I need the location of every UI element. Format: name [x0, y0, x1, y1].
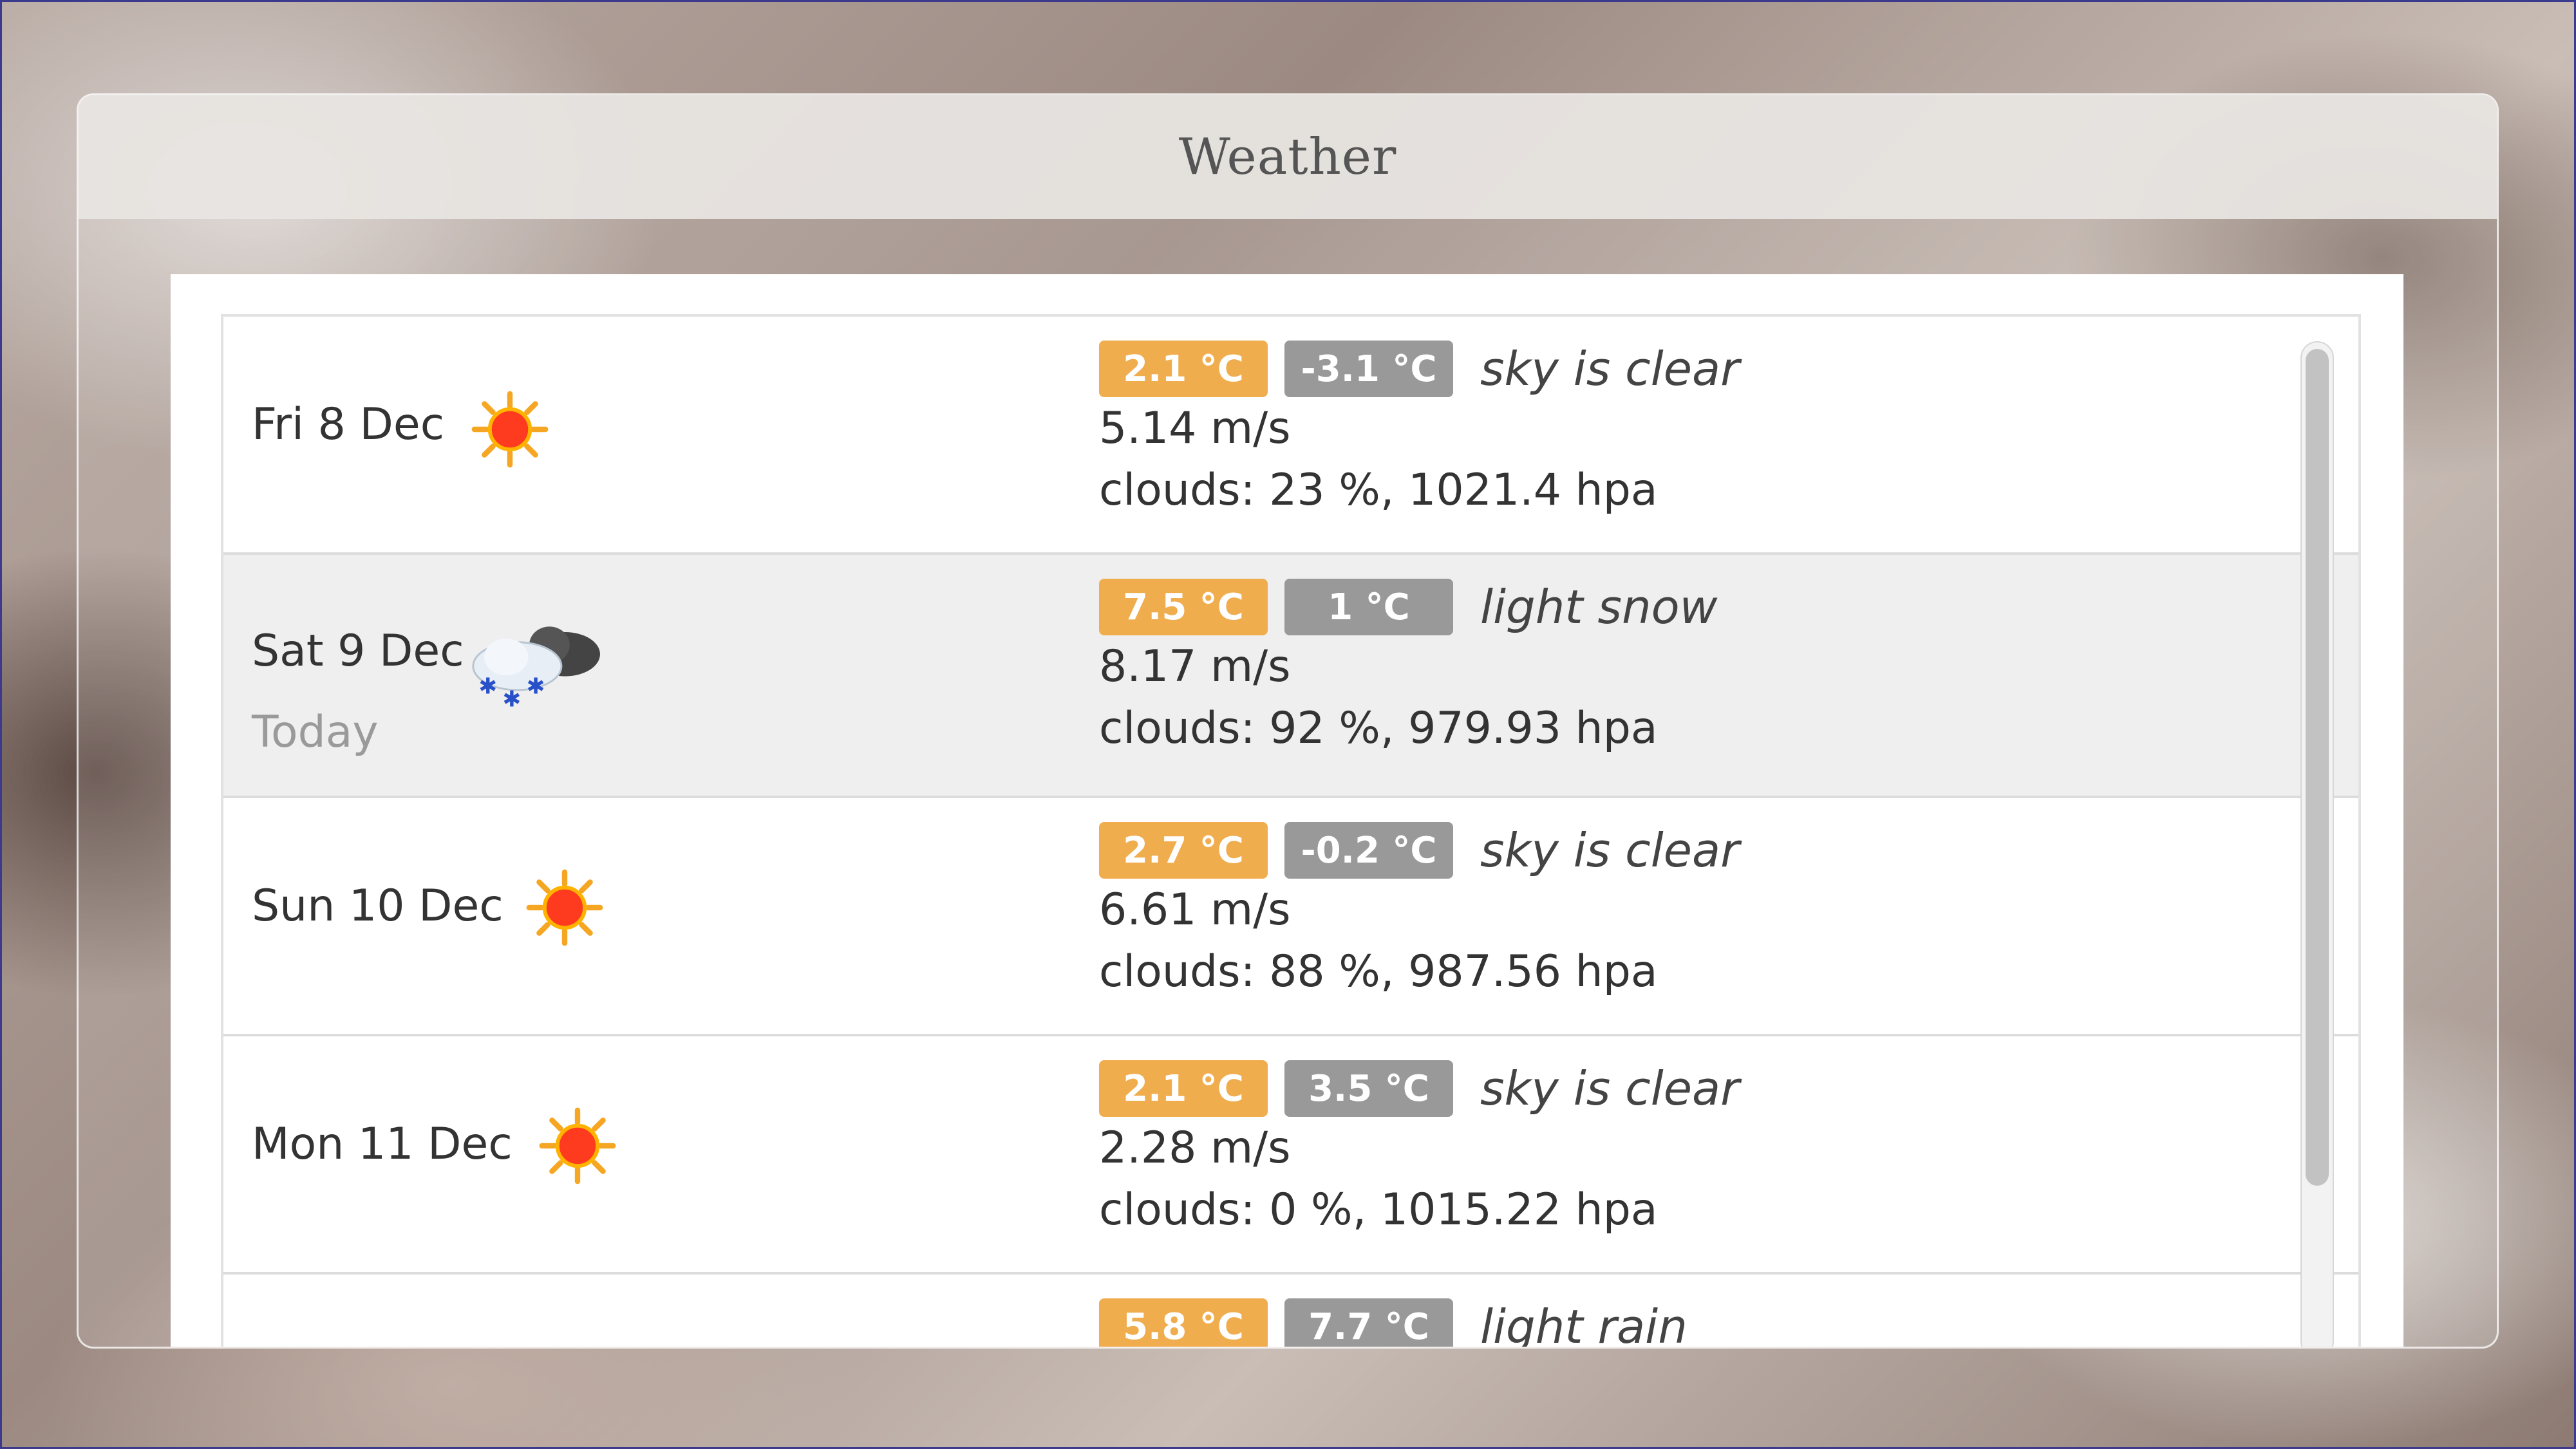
weather-description: light snow — [1480, 580, 1718, 634]
clouds-pressure: clouds: 88 %, 987.56 hpa — [1099, 946, 1658, 997]
window-titlebar: Weather — [79, 95, 2497, 219]
max-temp-badge: 2.1 °C — [1099, 341, 1268, 397]
wind-speed: 5.14 m/s — [1099, 403, 1291, 454]
forecast-row: Fri 8 Dec 2.1 °C -3.1 °C sky is clear 5.… — [223, 317, 2358, 555]
forecast-details: 2.1 °C -3.1 °C sky is clear 5.14 m/s clo… — [1099, 340, 1740, 521]
day-label: Fri 8 Dec — [252, 399, 445, 450]
max-temp-badge: 5.8 °C — [1099, 1298, 1268, 1347]
svg-text:✱: ✱ — [503, 687, 522, 709]
sun-icon — [526, 869, 603, 946]
day-label: Mon 11 Dec — [252, 1119, 512, 1170]
scrollbar[interactable] — [2300, 341, 2334, 1347]
weather-window: Weather Fri 8 Dec 2.1 °C -3.1 °C sky is … — [77, 93, 2499, 1349]
max-temp-badge: 2.1 °C — [1099, 1060, 1268, 1117]
min-temp-badge: 7.7 °C — [1284, 1298, 1453, 1347]
clouds-pressure: clouds: 92 %, 979.93 hpa — [1099, 703, 1658, 754]
scrollbar-thumb[interactable] — [2306, 349, 2329, 1186]
clouds-pressure: clouds: 23 %, 1021.4 hpa — [1099, 465, 1658, 516]
weather-description: light rain — [1480, 1300, 1688, 1349]
weather-description: sky is clear — [1480, 1061, 1740, 1116]
min-temp-badge: 1 °C — [1284, 579, 1453, 635]
min-temp-badge: -3.1 °C — [1284, 341, 1453, 397]
svg-text:✱: ✱ — [527, 674, 545, 700]
max-temp-badge: 7.5 °C — [1099, 579, 1268, 635]
forecast-row: 5.8 °C 7.7 °C light rain — [223, 1275, 2358, 1349]
svg-text:✱: ✱ — [478, 674, 497, 700]
min-temp-badge: -0.2 °C — [1284, 822, 1453, 879]
sun-icon — [471, 391, 549, 468]
day-label: Sat 9 Dec — [252, 626, 464, 677]
today-label: Today — [252, 707, 379, 758]
clouds-pressure: clouds: 0 %, 1015.22 hpa — [1099, 1184, 1658, 1235]
wind-speed: 2.28 m/s — [1099, 1123, 1291, 1173]
forecast-details: 7.5 °C 1 °C light snow 8.17 m/s clouds: … — [1099, 578, 1718, 760]
wind-speed: 8.17 m/s — [1099, 641, 1291, 692]
day-label: Sun 10 Dec — [252, 881, 503, 931]
forecast-row: Sun 10 Dec 2.7 °C -0.2 °C sky is clear 6… — [223, 798, 2358, 1036]
snow-cloud-icon: ✱ ✱ ✱ — [462, 613, 610, 709]
weather-description: sky is clear — [1480, 823, 1740, 877]
sun-icon — [539, 1107, 616, 1184]
forecast-details: 2.7 °C -0.2 °C sky is clear 6.61 m/s clo… — [1099, 821, 1740, 1003]
forecast-details: 5.8 °C 7.7 °C light rain — [1099, 1298, 1688, 1349]
forecast-details: 2.1 °C 3.5 °C sky is clear 2.28 m/s clou… — [1099, 1060, 1740, 1241]
wind-speed: 6.61 m/s — [1099, 884, 1291, 935]
forecast-panel: Fri 8 Dec 2.1 °C -3.1 °C sky is clear 5.… — [171, 274, 2403, 1349]
forecast-row-today: Sat 9 Dec Today ✱ ✱ ✱ 7.5 °C 1 °C light sn… — [223, 555, 2358, 798]
window-title: Weather — [1178, 128, 1397, 186]
max-temp-badge: 2.7 °C — [1099, 822, 1268, 879]
forecast-row: Mon 11 Dec 2.1 °C 3.5 °C sky is clear 2.… — [223, 1036, 2358, 1275]
forecast-list[interactable]: Fri 8 Dec 2.1 °C -3.1 °C sky is clear 5.… — [221, 314, 2361, 1349]
weather-description: sky is clear — [1480, 342, 1740, 396]
min-temp-badge: 3.5 °C — [1284, 1060, 1453, 1117]
